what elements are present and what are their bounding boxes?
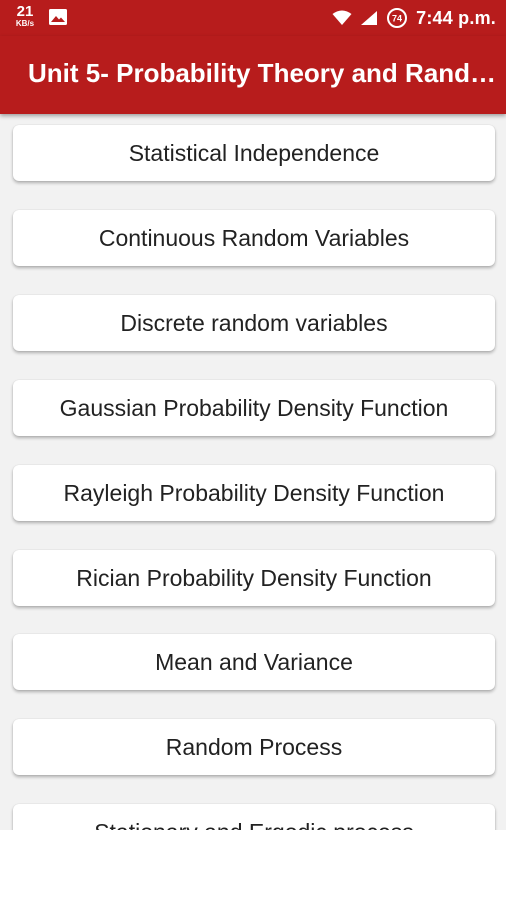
status-icons: 74 7:44 p.m. [332, 0, 496, 36]
topic-label: Gaussian Probability Density Function [59, 394, 449, 421]
data-saver-badge: 74 [392, 14, 402, 24]
cellular-signal-icon [361, 11, 378, 25]
network-speed-indicator: 21 KB/s [12, 4, 38, 28]
topic-list[interactable]: Statistical Independence Continuous Rand… [0, 114, 506, 830]
status-time: 7:44 p.m. [416, 7, 496, 28]
blank-footer [0, 830, 506, 900]
topic-label: Rayleigh Probability Density Function [63, 479, 445, 506]
topic-label: Random Process [165, 733, 343, 760]
page-title: Unit 5- Probability Theory and Random Pr… [28, 58, 498, 88]
topic-card-random-process[interactable]: Random Process [13, 719, 495, 775]
topic-label: Discrete random variables [120, 309, 388, 336]
topic-label: Stationary and Ergodic process [94, 819, 414, 831]
status-bar: 21 KB/s 74 7:44 p.m. [0, 0, 506, 36]
topic-label: Continuous Random Variables [98, 224, 410, 251]
topic-card-rician-pdf[interactable]: Rician Probability Density Function [13, 550, 495, 606]
topic-card-discrete-random-variables[interactable]: Discrete random variables [13, 295, 495, 351]
wifi-icon [332, 10, 352, 25]
topic-card-rayleigh-pdf[interactable]: Rayleigh Probability Density Function [13, 465, 495, 521]
data-saver-icon: 74 [387, 8, 408, 28]
topic-card-continuous-random-variables[interactable]: Continuous Random Variables [13, 210, 495, 266]
gallery-icon [49, 9, 67, 25]
topic-card-gaussian-pdf[interactable]: Gaussian Probability Density Function [13, 380, 495, 436]
topic-card-mean-and-variance[interactable]: Mean and Variance [13, 634, 495, 690]
topic-card-stationary-ergodic-process[interactable]: Stationary and Ergodic process [13, 804, 495, 830]
network-speed-value: 21 [16, 3, 34, 20]
app-bar: Unit 5- Probability Theory and Random Pr… [0, 36, 506, 114]
topic-label: Mean and Variance [155, 648, 353, 675]
topic-card-statistical-independence[interactable]: Statistical Independence [13, 125, 495, 181]
network-speed-unit: KB/s [15, 19, 35, 28]
topic-label: Statistical Independence [128, 139, 380, 166]
topic-label: Rician Probability Density Function [76, 564, 432, 591]
